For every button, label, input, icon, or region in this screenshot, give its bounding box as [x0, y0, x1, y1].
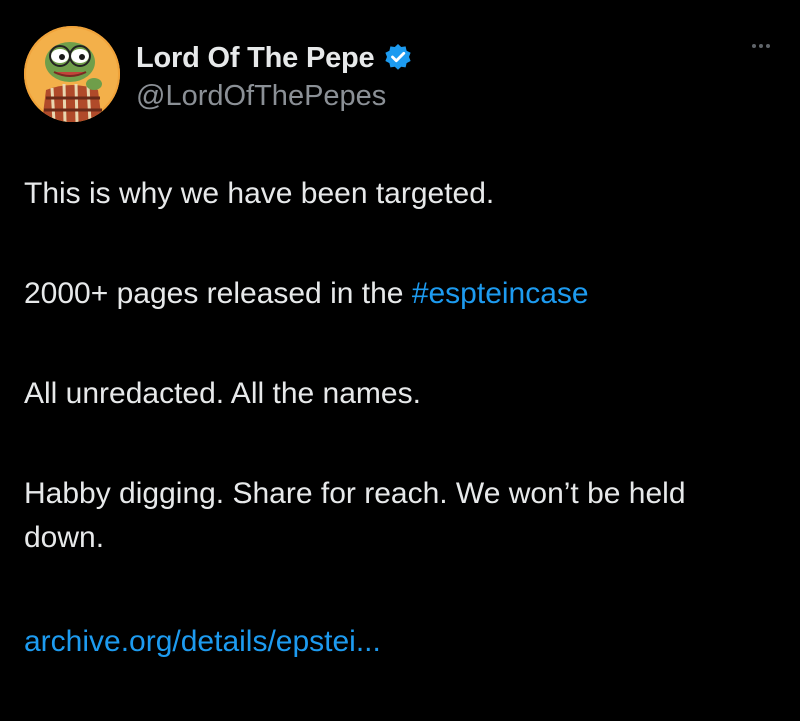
more-dot	[766, 44, 770, 48]
tweet-header: Lord Of The Pepe @LordOfThePepes	[24, 24, 776, 124]
external-link[interactable]: archive.org/details/epstei...	[24, 625, 381, 658]
tweet-line-3: All unredacted. All the names.	[24, 377, 421, 410]
pepe-avatar-icon	[24, 26, 120, 122]
tweet-line-4: Habby digging. Share for reach. We won’t…	[24, 477, 686, 554]
more-dot	[759, 44, 763, 48]
author-names: Lord Of The Pepe @LordOfThePepes	[136, 40, 413, 113]
tweet-link-paragraph: archive.org/details/epstei...	[24, 620, 381, 664]
hashtag-link[interactable]: #espteincase	[412, 277, 589, 310]
display-name-row: Lord Of The Pepe	[136, 40, 413, 76]
tweet-card: Lord Of The Pepe @LordOfThePepes This is…	[0, 0, 800, 721]
tweet-line-1: This is why we have been targeted.	[24, 177, 495, 210]
avatar[interactable]	[24, 26, 120, 122]
tweet-line-2-text: 2000+ pages released in the	[24, 277, 412, 310]
more-dot	[752, 44, 756, 48]
display-name[interactable]: Lord Of The Pepe	[136, 42, 375, 75]
tweet-line-2: 2000+ pages released in the #espteincase	[24, 272, 589, 316]
more-options-icon[interactable]	[752, 44, 770, 48]
verified-badge-icon	[383, 43, 413, 73]
author-handle[interactable]: @LordOfThePepes	[136, 80, 413, 113]
